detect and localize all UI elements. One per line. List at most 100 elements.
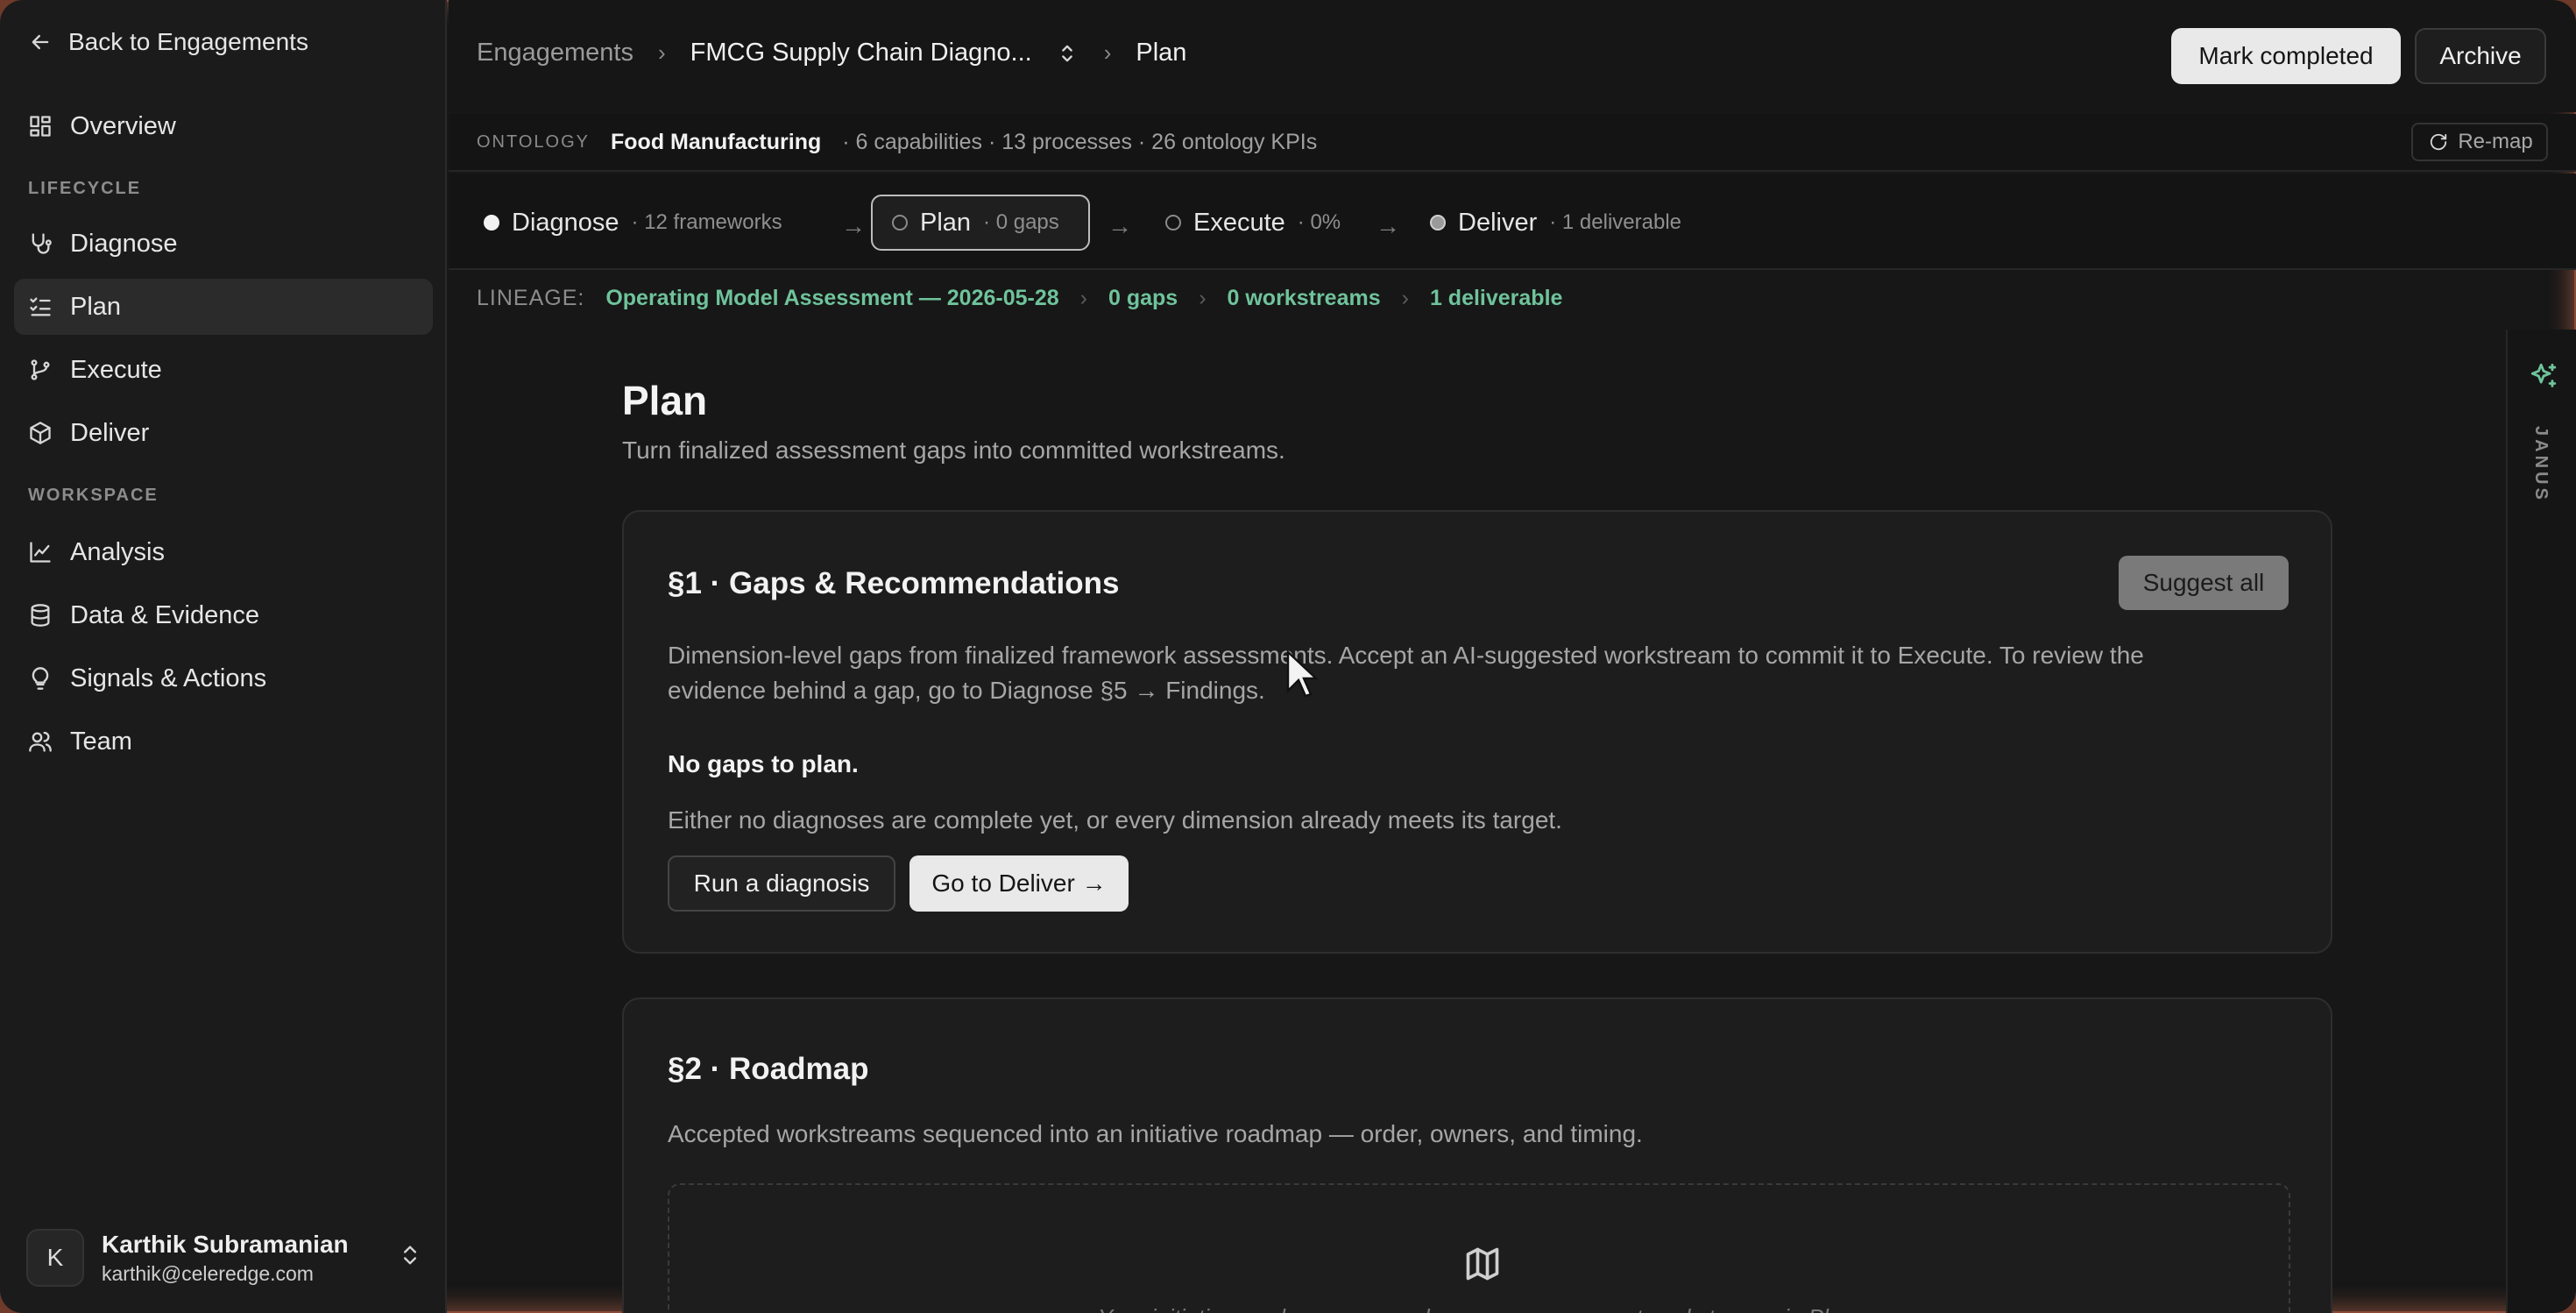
stage-label: Plan [920,208,972,237]
sidebar-item-label: Signals & Actions [70,664,267,692]
stage-pending-dot [892,215,908,231]
workspace-heading: WORKSPACE [28,486,159,505]
git-branch-icon [28,358,53,382]
gaps-card: §1 · Gaps & Recommendations Suggest all … [622,510,2332,954]
stage-complete-dot [484,215,499,231]
breadcrumb: Engagements › FMCG Supply Chain Diagno..… [477,39,1186,67]
lineage-deliverable-link[interactable]: 1 deliverable [1430,286,1562,311]
roadmap-card-description: Accepted workstreams sequenced into an i… [668,1120,1643,1147]
chevron-right-icon: › [1103,39,1112,66]
user-name: Karthik Subramanian [102,1230,349,1258]
run-diagnosis-button[interactable]: Run a diagnosis [668,855,895,912]
avatar: K [26,1229,84,1287]
back-to-engagements-link[interactable]: Back to Engagements [28,26,308,58]
lifecycle-heading: LIFECYCLE [28,179,142,198]
arrow-right-icon: → [1376,212,1400,239]
remap-button[interactable]: Re-map [2411,123,2548,161]
lifecycle-stepper: Diagnose · 12 frameworks → Plan · 0 gaps… [449,174,2576,270]
ontology-name: Food Manufacturing [611,130,822,154]
lineage-workstreams-link[interactable]: 0 workstreams [1228,286,1381,311]
sidebar-item-plan[interactable]: Plan [14,279,433,335]
back-label: Back to Engagements [68,28,308,55]
sidebar-item-signals-actions[interactable]: Signals & Actions [14,650,433,706]
stage-label: Deliver [1458,208,1538,237]
gaps-desc-line-1: Dimension-level gaps from finalized fram… [668,642,2144,669]
lightbulb-icon [28,666,53,691]
stage-pending-dot [1165,215,1181,231]
stage-meta: · 0% [1297,210,1341,234]
sidebar: Back to Engagements Overview LIFECYCLE D… [0,0,447,1313]
map-icon [1463,1245,1502,1288]
archive-button[interactable]: Archive [2415,28,2546,84]
sidebar-item-deliver[interactable]: Deliver [14,405,433,461]
sidebar-item-label: Diagnose [70,229,178,258]
arrow-right-icon: → [841,212,866,239]
user-info: Karthik Subramanian karthik@celeredge.co… [102,1231,349,1286]
chevron-right-icon: › [1401,286,1409,310]
stage-diagnose[interactable]: Diagnose · 12 frameworks [464,195,802,251]
stage-plan[interactable]: Plan · 0 gaps [871,195,1090,251]
sidebar-item-diagnose[interactable]: Diagnose [14,216,433,272]
janus-rail[interactable]: JANUS [2506,330,2576,1313]
sidebar-item-overview[interactable]: Overview [14,98,433,154]
gaps-card-description: Dimension-level gaps from finalized fram… [668,638,2144,708]
roadmap-card-title: §2 · Roadmap [668,1052,869,1086]
stage-deliver[interactable]: Deliver · 1 deliverable [1411,195,1701,251]
lineage-bar: LINEAGE: Operating Model Assessment — 20… [477,286,1562,311]
ontology-label: ONTOLOGY [477,132,590,152]
janus-label: JANUS [2531,426,2551,503]
stage-meta: · 12 frameworks [631,210,782,234]
sidebar-item-analysis[interactable]: Analysis [14,524,433,580]
chevrons-up-down-icon [1055,41,1079,66]
remap-label: Re-map [2458,130,2533,153]
arrow-right-icon: → [1108,212,1132,239]
sidebar-item-label: Overview [70,111,176,140]
roadmap-empty-state: Your initiative roadmap appears here onc… [668,1183,2290,1313]
page-title: Plan [622,378,708,423]
gaps-desc-line-2: evidence behind a gap, go to Diagnose §5… [668,677,1265,704]
sparkles-icon [2529,361,2558,395]
breadcrumb-engagement-switcher[interactable]: FMCG Supply Chain Diagno... [690,39,1079,67]
mouse-cursor-icon [1286,649,1320,698]
list-checks-icon [28,295,53,319]
suggest-all-button[interactable]: Suggest all [2119,556,2289,610]
page-subtitle: Turn finalized assessment gaps into comm… [622,436,1285,464]
go-to-deliver-button[interactable]: Go to Deliver → [909,855,1129,912]
database-icon [28,603,53,628]
stage-execute[interactable]: Execute · 0% [1146,195,1360,251]
chevron-right-icon: › [1079,286,1087,310]
arrow-left-icon [28,30,53,54]
lineage-gaps-link[interactable]: 0 gaps [1108,286,1178,311]
sidebar-item-label: Analysis [70,537,165,566]
dashboard-icon [28,114,53,138]
breadcrumb-engagement-name: FMCG Supply Chain Diagno... [690,39,1032,67]
stage-label: Execute [1193,208,1285,237]
empty-state-title: No gaps to plan. [668,750,859,777]
package-icon [28,421,53,445]
mark-completed-button[interactable]: Mark completed [2171,28,2401,84]
user-menu[interactable]: K Karthik Subramanian karthik@celeredge.… [26,1227,422,1288]
stage-label: Diagnose [512,208,619,237]
sidebar-item-label: Data & Evidence [70,600,260,629]
breadcrumb-engagements[interactable]: Engagements [477,39,633,67]
chevron-right-icon: › [1199,286,1207,310]
sidebar-item-label: Execute [70,355,162,384]
top-bar: Engagements › FMCG Supply Chain Diagno..… [449,0,2576,112]
line-chart-icon [28,540,53,564]
sidebar-item-data-evidence[interactable]: Data & Evidence [14,587,433,643]
sidebar-item-team[interactable]: Team [14,713,433,770]
sidebar-item-execute[interactable]: Execute [14,342,433,398]
ontology-bar: ONTOLOGY Food Manufacturing · 6 capabili… [449,114,2576,172]
lineage-assessment-link[interactable]: Operating Model Assessment — 2026-05-28 [605,286,1058,311]
breadcrumb-current: Plan [1136,39,1187,67]
stage-meta: · 0 gaps [983,210,1059,234]
app-window: Back to Engagements Overview LIFECYCLE D… [0,0,2576,1313]
sidebar-item-label: Team [70,727,132,756]
stage-partial-dot [1430,215,1446,231]
roadmap-empty-message: Your initiative roadmap appears here onc… [669,1304,2289,1313]
ontology-meta: · 6 capabilities · 13 processes · 26 ont… [842,130,1318,154]
stethoscope-icon [28,231,53,256]
users-icon [28,729,53,754]
chevron-right-icon: › [657,39,666,66]
empty-state-description: Either no diagnoses are complete yet, or… [668,806,1562,834]
